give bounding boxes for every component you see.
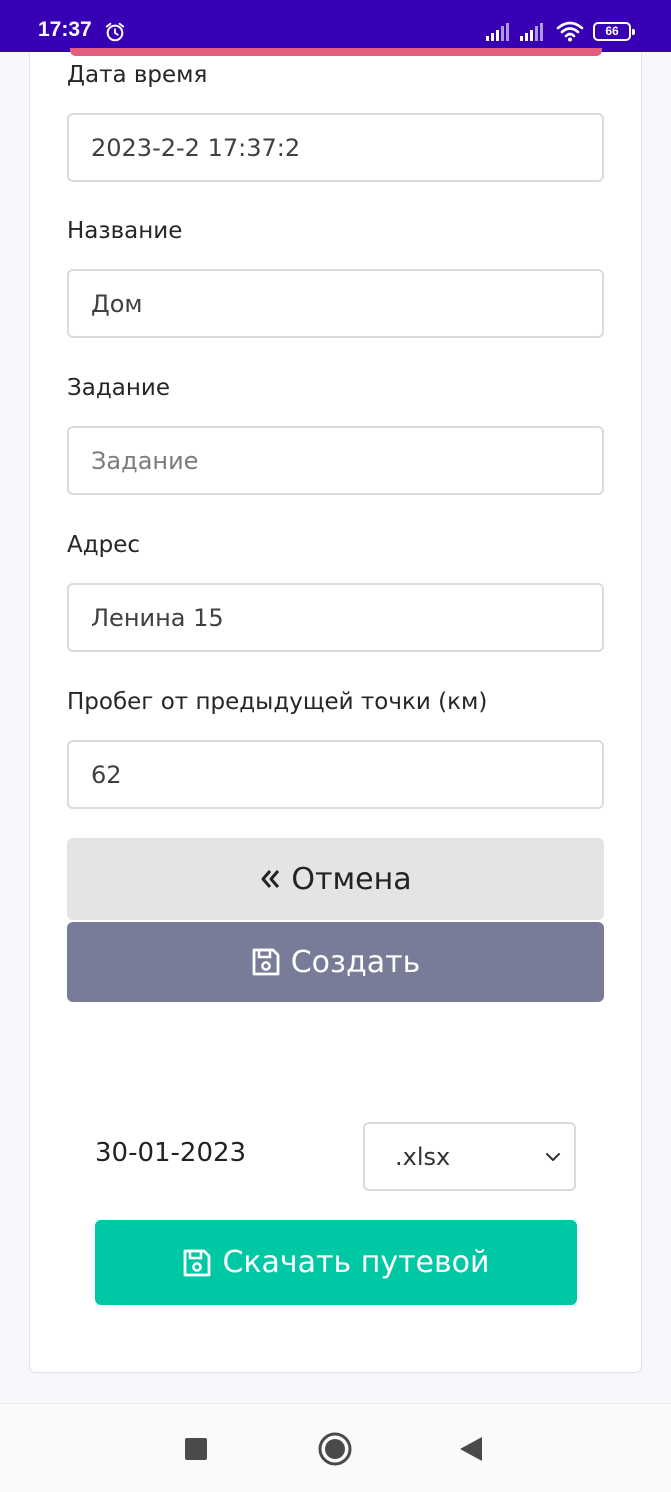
signal-icon bbox=[520, 23, 543, 41]
format-select-value: .xlsx bbox=[395, 1142, 451, 1171]
address-label: Адрес bbox=[67, 532, 141, 558]
download-button[interactable]: Скачать путевой bbox=[95, 1220, 577, 1305]
format-select[interactable]: .xlsx bbox=[363, 1122, 576, 1191]
alarm-icon bbox=[105, 22, 125, 42]
navigation-bar bbox=[0, 1403, 671, 1492]
name-label: Название bbox=[67, 218, 183, 244]
cancel-button[interactable]: Отмена bbox=[67, 838, 604, 920]
report-date: 30-01-2023 bbox=[95, 1138, 247, 1168]
create-button[interactable]: Создать bbox=[67, 922, 604, 1002]
signal-icon bbox=[486, 23, 509, 41]
home-icon[interactable] bbox=[317, 1431, 353, 1467]
task-input[interactable] bbox=[67, 426, 604, 495]
recent-apps-icon[interactable] bbox=[185, 1438, 207, 1460]
task-label: Задание bbox=[67, 375, 170, 401]
create-button-label: Создать bbox=[290, 944, 421, 980]
cancel-button-label: Отмена bbox=[291, 861, 412, 897]
mileage-input[interactable] bbox=[67, 740, 604, 809]
name-input[interactable] bbox=[67, 269, 604, 338]
double-chevron-left-icon bbox=[259, 868, 281, 890]
status-time: 17:37 bbox=[38, 18, 92, 41]
address-input[interactable] bbox=[67, 583, 604, 652]
battery-icon: 66 bbox=[593, 22, 635, 41]
floppy-disk-icon bbox=[182, 1248, 212, 1278]
wifi-icon bbox=[556, 21, 584, 42]
accent-strip bbox=[70, 48, 602, 56]
floppy-disk-icon bbox=[251, 947, 281, 977]
mileage-label: Пробег от предыдущей точки (км) bbox=[67, 689, 488, 715]
datetime-input[interactable] bbox=[67, 113, 604, 182]
download-button-label: Скачать путевой bbox=[222, 1245, 490, 1280]
chevron-down-icon bbox=[546, 1153, 560, 1161]
datetime-label: Дата время bbox=[67, 62, 208, 88]
status-bar: 17:37 66 bbox=[0, 0, 671, 52]
back-icon[interactable] bbox=[458, 1435, 484, 1463]
